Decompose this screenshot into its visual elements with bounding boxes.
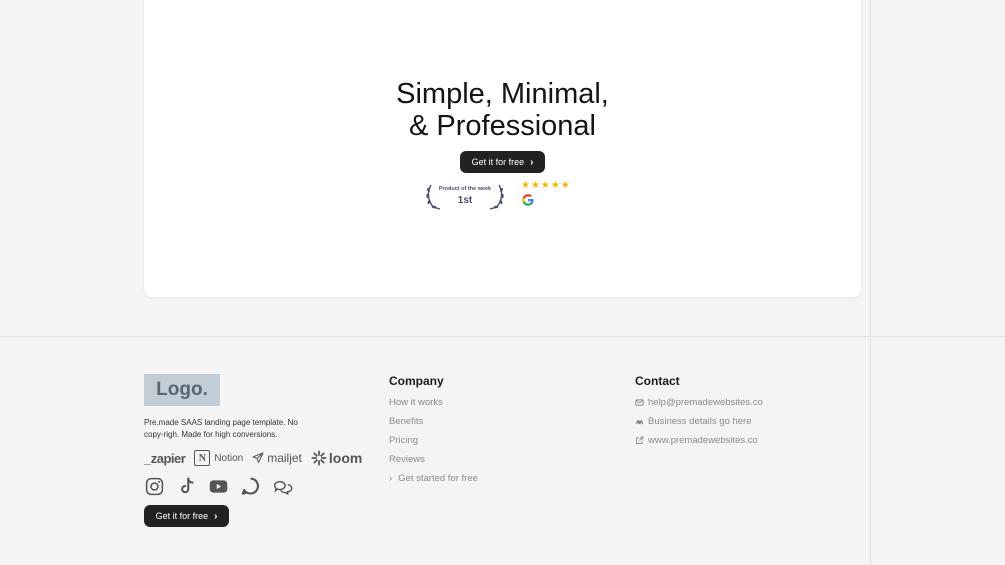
contact-website[interactable]: www.premadewebsites.co — [635, 435, 758, 446]
zapier-logo: _zapier — [144, 450, 186, 466]
badge-caption: Product of the week — [438, 186, 492, 192]
contact-email[interactable]: help@premadewebsites.co — [635, 397, 763, 408]
contact-website-text: www.premadewebsites.co — [648, 435, 758, 446]
horizontal-divider — [0, 336, 1005, 337]
social-links — [144, 476, 293, 497]
footer-logo[interactable]: Logo. — [144, 374, 220, 406]
link-reviews[interactable]: Reviews — [389, 454, 425, 465]
paper-plane-icon — [252, 452, 264, 463]
threads-icon[interactable] — [240, 476, 261, 497]
vertical-divider — [870, 0, 871, 565]
footer-cta-label: Get it for free — [155, 511, 209, 521]
notion-icon: N — [194, 450, 211, 466]
hero-title-line-2: & Professional — [409, 110, 596, 142]
contact-business-text: Business details go here — [648, 416, 752, 427]
google-rating: ★★★★★ — [521, 180, 571, 206]
contact-heading: Contact — [635, 374, 680, 388]
youtube-icon[interactable] — [208, 476, 229, 497]
link-pricing[interactable]: Pricing — [389, 435, 418, 446]
link-how-it-works[interactable]: How it works — [389, 397, 443, 408]
chevron-right-icon: › — [214, 510, 218, 522]
loom-icon — [311, 450, 327, 466]
google-icon — [522, 194, 534, 206]
loom-logo: loom — [311, 450, 362, 466]
tiktok-icon[interactable] — [176, 476, 197, 497]
mailjet-logo: mailjet — [252, 451, 302, 465]
contact-email-text: help@premadewebsites.co — [648, 397, 763, 408]
instagram-icon[interactable] — [144, 476, 165, 497]
mail-icon — [635, 399, 644, 406]
car-icon — [636, 420, 643, 425]
notion-logo: N Notion — [194, 450, 243, 466]
contact-business[interactable]: Business details go here — [635, 416, 752, 427]
chevron-right-icon: › — [530, 156, 534, 168]
link-get-started-label: Get started for free — [398, 473, 478, 484]
hero-title-line-1: Simple, Minimal, — [396, 78, 609, 110]
link-get-started[interactable]: › Get started for free — [389, 473, 478, 484]
notion-wordmark: Notion — [214, 452, 244, 464]
star-rating: ★★★★★ — [521, 180, 571, 191]
footer-cta-button[interactable]: Get it for free › — [144, 505, 229, 527]
chat-icon[interactable] — [272, 476, 293, 497]
company-heading: Company — [389, 374, 444, 388]
chevron-right-icon: › — [389, 473, 393, 484]
product-of-week-badge: Product of the week 1st — [425, 182, 505, 210]
brand-logos: _zapier N Notion mailjet loom — [144, 449, 362, 467]
link-benefits[interactable]: Benefits — [389, 416, 423, 427]
badge-rank: 1st — [457, 195, 473, 206]
hero-title: Simple, Minimal, & Professional — [144, 78, 861, 142]
external-link-icon — [636, 436, 644, 444]
hero-cta-label: Get it for free — [471, 157, 525, 167]
loom-wordmark: loom — [328, 450, 363, 466]
hero-card: Simple, Minimal, & Professional Get it f… — [144, 0, 861, 297]
mailjet-wordmark: mailjet — [267, 451, 302, 465]
footer-description: Pre.made SAAS landing page template. No … — [144, 418, 298, 439]
hero-cta-button[interactable]: Get it for free › — [460, 151, 545, 173]
